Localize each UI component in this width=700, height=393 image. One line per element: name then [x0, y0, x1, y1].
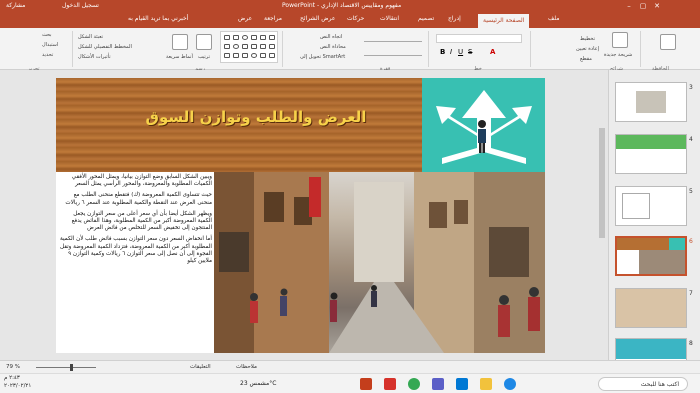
notes-button[interactable]: ملاحظات — [236, 364, 257, 370]
paste-icon[interactable] — [660, 34, 676, 50]
layout-button[interactable]: تخطيط — [580, 36, 595, 42]
shape-effects-button[interactable]: تأثيرات الأشكال — [78, 54, 111, 60]
shape-outline-button[interactable]: المخطط التفصيلي للشكل — [78, 44, 132, 50]
slide-number: 3 — [689, 84, 693, 91]
new-slide-icon[interactable] — [612, 32, 628, 48]
slide-editor: العرض والطلب وتوازن السوق ويبين الشكل ال… — [0, 70, 608, 360]
tab-design[interactable]: تصميم — [418, 15, 434, 22]
ribbon-home: بحث استبدال تحديد تحرير تعبئة الشكل المخ… — [0, 28, 700, 72]
windows-taskbar: ٢:٤٣ م ٢٠٢٣/٠٢/٢١ مشمس 23°C اكتب هنا للب… — [0, 373, 700, 393]
smartart-button[interactable]: تحويل إلى SmartArt — [300, 54, 345, 60]
ribbon-separator — [428, 31, 429, 67]
slide-thumbnail[interactable] — [615, 134, 687, 174]
tab-transitions[interactable]: انتقالات — [380, 15, 399, 22]
reset-button[interactable]: إعادة تعيين — [576, 46, 599, 52]
title-bar: مشاركة تسجيل الدخول PowerPoint - مفهوم و… — [0, 0, 700, 12]
select-button[interactable]: تحديد — [42, 52, 53, 58]
slide-title[interactable]: العرض والطلب وتوازن السوق — [106, 108, 406, 126]
tab-view[interactable]: عرض — [238, 15, 252, 22]
shapes-gallery[interactable] — [220, 31, 278, 63]
pdf-taskbar-icon[interactable] — [384, 378, 396, 390]
ribbon-separator — [640, 31, 641, 67]
clock-date[interactable]: ٢٠٢٣/٠٢/٢١ — [4, 383, 31, 389]
share-label[interactable]: مشاركة — [6, 2, 25, 9]
zoom-level[interactable]: 79 % — [6, 364, 20, 370]
find-button[interactable]: بحث — [42, 32, 52, 38]
slide-thumbnail[interactable] — [615, 288, 687, 328]
font-name-select[interactable] — [436, 34, 522, 43]
zoom-slider[interactable] — [36, 367, 96, 368]
shape-fill-button[interactable]: تعبئة الشكل — [78, 34, 103, 40]
minimize-icon[interactable]: – — [622, 0, 636, 12]
teams-icon[interactable] — [432, 378, 444, 390]
taskbar-search-placeholder: اكتب هنا للبحث — [640, 381, 679, 388]
arrange-label: ترتيب — [198, 54, 210, 60]
close-icon[interactable]: ✕ — [650, 0, 664, 12]
sign-in-link[interactable]: تسجيل الدخول — [62, 2, 99, 9]
window-title: PowerPoint - مفهوم ومقاييس الاقتصاد الإد… — [282, 2, 402, 9]
powerpoint-taskbar-icon[interactable] — [360, 378, 372, 390]
tab-animations[interactable]: حركات — [347, 15, 364, 22]
ribbon-separator — [72, 31, 73, 67]
scrollbar-thumb[interactable] — [599, 128, 605, 238]
ribbon-tabs: أخبرني بما تريد القيام به عرض مراجعة عرض… — [0, 12, 700, 28]
bullet-item: أما انخفاض السعر دون سعر التوازن بسبب فا… — [60, 236, 212, 265]
ribbon-separator — [530, 31, 531, 67]
tab-file[interactable]: ملف — [548, 15, 559, 22]
bullet-item: ويبين الشكل السابق وضع التوازن بيانيا، و… — [71, 174, 212, 188]
editor-scrollbar[interactable] — [598, 70, 606, 360]
store-icon[interactable] — [456, 378, 468, 390]
maximize-icon[interactable]: ▢ — [636, 0, 650, 12]
slide-thumbnail[interactable] — [615, 82, 687, 122]
zoom-slider-thumb[interactable] — [70, 364, 73, 371]
quick-styles-label: أنماط سريعة — [166, 54, 193, 60]
street-photo — [214, 172, 545, 353]
edge-icon[interactable] — [504, 378, 516, 390]
bullet-textbox[interactable]: ويبين الشكل السابق وضع التوازن بيانيا، و… — [58, 174, 212, 349]
replace-button[interactable]: استبدال — [42, 42, 58, 48]
tab-insert[interactable]: إدراج — [448, 15, 461, 22]
tab-home[interactable]: الصفحة الرئيسية — [478, 14, 530, 28]
weather-widget[interactable]: مشمس 23°C — [240, 380, 276, 387]
arrange-icon[interactable] — [196, 34, 212, 50]
current-slide[interactable]: العرض والطلب وتوازن السوق ويبين الشكل ال… — [56, 78, 545, 353]
slide-number: 5 — [689, 188, 693, 195]
bullet-item: حيث تتساوى الكمية المعروضة (ك) فتقطع منح… — [65, 192, 212, 206]
new-slide-label: شريحة جديدة — [604, 52, 633, 58]
tell-me-search[interactable]: أخبرني بما تريد القيام به — [128, 15, 188, 22]
text-direction-button[interactable]: اتجاه النص — [320, 34, 342, 40]
list-options-row[interactable] — [364, 48, 422, 56]
align-text-button[interactable]: محاذاة النص — [320, 44, 346, 50]
slide-thumbnails-pane: 3 4 5 6 7 8 — [608, 70, 700, 378]
comments-button[interactable]: التعليقات — [190, 364, 211, 370]
slide-number: 7 — [689, 290, 693, 297]
crossroads-image — [422, 78, 545, 172]
tab-review[interactable]: مراجعة — [264, 15, 282, 22]
status-bar: 79 % التعليقات ملاحظات — [0, 360, 700, 373]
slide-thumbnail[interactable] — [615, 186, 687, 226]
paragraph-alignment-row[interactable] — [364, 34, 422, 42]
clock-time[interactable]: ٢:٤٣ م — [4, 375, 20, 381]
tab-slideshow[interactable]: عرض الشرائح — [300, 15, 335, 22]
quick-styles-icon[interactable] — [172, 34, 188, 50]
taskbar-search[interactable]: اكتب هنا للبحث — [598, 377, 688, 391]
bullet-item: ويظهر الشكل أيضا بأن أي سعر أعلى من سعر … — [71, 210, 212, 232]
slide-number-selected: 6 — [689, 238, 693, 245]
powerpoint-window: مشاركة تسجيل الدخول PowerPoint - مفهوم و… — [0, 0, 700, 393]
section-button[interactable]: مقطع — [580, 56, 592, 62]
slide-number: 8 — [689, 340, 693, 347]
slide-thumbnail-selected[interactable] — [615, 236, 687, 276]
ribbon-separator — [282, 31, 283, 67]
crossroads-arrows-icon — [436, 90, 532, 164]
chrome-icon[interactable] — [408, 378, 420, 390]
slide-number: 4 — [689, 136, 693, 143]
file-explorer-icon[interactable] — [480, 378, 492, 390]
font-format-buttons[interactable]: B I U S A — [440, 48, 520, 57]
